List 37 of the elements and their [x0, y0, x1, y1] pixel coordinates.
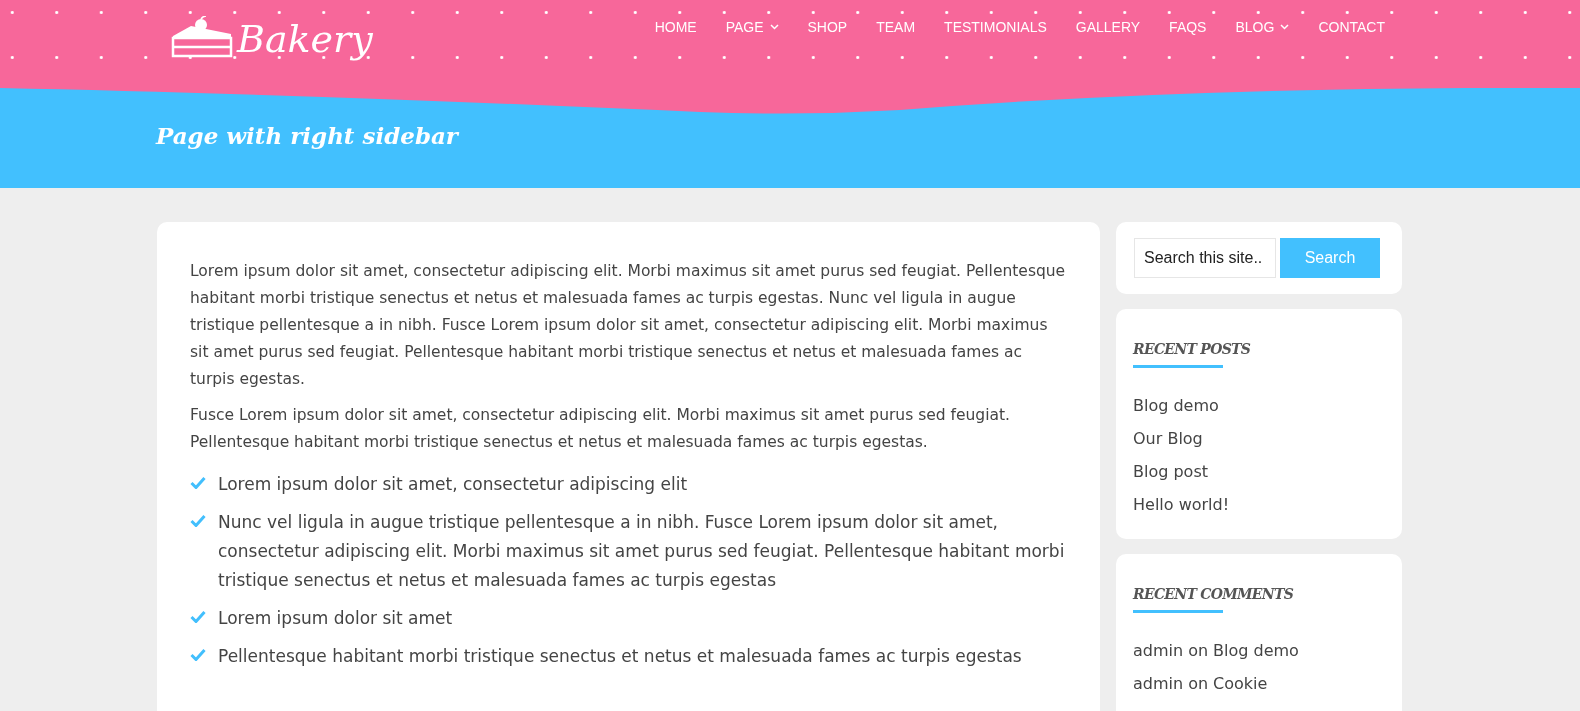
widget-title: RECENT COMMENTS: [1133, 587, 1295, 601]
check-icon: [190, 648, 206, 661]
nav-link[interactable]: HOME: [654, 20, 697, 34]
checklist-text: Pellentesque habitant morbi tristique senectus et netus et malesuada fames ac turpis egestas: [218, 645, 1022, 668]
nav-link[interactable]: GALLERY: [1075, 20, 1141, 34]
comment-post-link[interactable]: Cookie: [1213, 667, 1268, 700]
search-button[interactable]: Search: [1280, 238, 1380, 278]
page-title: Page with right sidebar: [156, 124, 460, 147]
checklist-text: Lorem ipsum dolor sit amet, consectetur adipiscing elit: [218, 473, 688, 496]
widget-title: RECENT POSTS: [1133, 342, 1252, 356]
nav-link[interactable]: TEAM: [876, 20, 916, 34]
chevron-down-icon: [1280, 24, 1290, 30]
recent-post-link[interactable]: Our Blog: [1133, 422, 1385, 455]
checklist-text: Nunc vel ligula in augue tristique pellentesque a in nibh. Fusce Lorem ipsum dolor sit amet, consectetur adipiscing elit. Morbi maximus sit amet purus sed feugiat. Pellentesque habitant morbi tristique senectus et netus et malesuada fames ac turpis egestas: [218, 511, 1066, 592]
search-field[interactable]: Search this site..: [1134, 238, 1276, 278]
recent-post-link[interactable]: Blog demo: [1133, 389, 1385, 422]
comment-author-link[interactable]: admin: [1133, 634, 1184, 667]
nav-link[interactable]: PAGE: [725, 20, 779, 34]
check-icon: [190, 514, 206, 527]
check-icon: [190, 610, 206, 623]
comment-author-link[interactable]: admin: [1133, 667, 1184, 700]
cake-logo-icon: [171, 16, 233, 58]
recent-post-link[interactable]: Blog post: [1133, 455, 1385, 488]
chevron-down-icon: [769, 24, 779, 30]
nav-link[interactable]: CONTACT: [1318, 20, 1385, 34]
comment-post-link[interactable]: Blog demo: [1213, 634, 1299, 667]
body-paragraph: Lorem ipsum dolor sit amet, consectetur adipiscing elit. Morbi maximus sit amet purus sed feugiat. Pellentesque habitant morbi tristique senectus et netus et malesuada fames ac turpis egestas. Nunc vel ligula in augue tristique pellentesque a in nibh. Fusce Lorem ipsum dolor sit amet, consectetur adipiscing elit. Morbi maximus sit amet purus sed feugiat. Pellentesque habitant morbi tristique senectus et netus et malesuada fames ac turpis egestas.: [190, 261, 1067, 390]
check-icon: [190, 476, 206, 489]
nav-link[interactable]: FAQS: [1169, 20, 1207, 34]
nav-link[interactable]: TESTIMONIALS: [944, 20, 1047, 34]
recent-post-link[interactable]: Hello world!: [1133, 488, 1385, 521]
comment-on-text: on: [1188, 640, 1209, 662]
nav-link[interactable]: SHOP: [807, 20, 848, 34]
nav-link[interactable]: BLOG: [1235, 20, 1290, 34]
checklist-text: Lorem ipsum dolor sit amet: [218, 607, 453, 630]
comment-on-text: on: [1188, 673, 1209, 695]
body-paragraph: Fusce Lorem ipsum dolor sit amet, consectetur adipiscing elit. Morbi maximus sit amet purus sed feugiat. Pellentesque habitant morbi tristique senectus et netus et malesuada fames ac turpis egestas.: [190, 405, 1011, 453]
